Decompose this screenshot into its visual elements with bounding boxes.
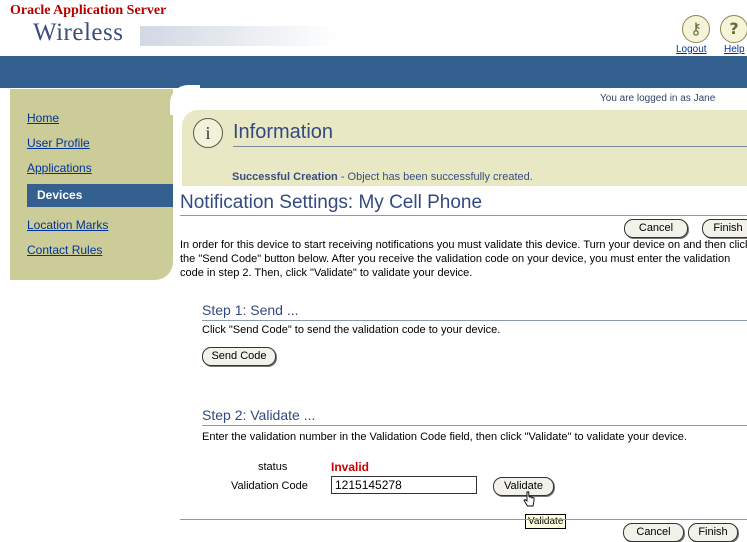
step1-description: Click "Send Code" to send the validation…	[202, 324, 501, 336]
success-message: Successful Creation - Object has been su…	[232, 171, 533, 183]
step2-description: Enter the validation number in the Valid…	[202, 431, 687, 443]
divider	[202, 320, 747, 321]
intro-text: In order for this device to start receiv…	[180, 239, 747, 279]
brand-decoration	[140, 26, 340, 46]
divider	[202, 425, 747, 426]
divider	[180, 215, 747, 216]
success-message-text: - Object has been successfully created.	[337, 171, 533, 183]
success-message-strong: Successful Creation	[232, 171, 338, 183]
send-code-button[interactable]: Send Code	[202, 347, 276, 366]
sidebar-item-location-marks[interactable]: Location Marks	[27, 218, 108, 232]
info-icon: i	[193, 118, 223, 148]
key-icon[interactable]: ⚷	[682, 15, 710, 43]
validation-code-input[interactable]	[331, 476, 477, 494]
sidebar-item-contact-rules[interactable]: Contact Rules	[27, 243, 102, 257]
brand-title: Oracle Application Server	[10, 3, 167, 18]
logout-link[interactable]: Logout	[676, 44, 707, 55]
sidebar: Home User Profile Applications Devices L…	[10, 89, 173, 280]
finish-button-bottom[interactable]: Finish	[688, 523, 738, 542]
validation-code-label: Validation Code	[231, 480, 308, 492]
help-link[interactable]: Help	[724, 44, 745, 55]
finish-button[interactable]: Finish	[702, 219, 747, 238]
cancel-button[interactable]: Cancel	[624, 219, 688, 238]
sidebar-item-applications[interactable]: Applications	[27, 161, 92, 175]
status-value: Invalid	[331, 460, 370, 474]
step1-title: Step 1: Send ...	[202, 302, 299, 318]
cancel-button-bottom[interactable]: Cancel	[623, 523, 684, 542]
step2-title: Step 2: Validate ...	[202, 407, 316, 423]
sidebar-item-devices[interactable]: Devices	[27, 184, 173, 207]
info-title: Information	[233, 121, 334, 143]
divider	[180, 519, 747, 520]
divider	[233, 146, 747, 147]
sidebar-item-user-profile[interactable]: User Profile	[27, 136, 90, 150]
sidebar-item-home[interactable]: Home	[27, 111, 59, 125]
logged-in-status: You are logged in as Jane	[600, 93, 716, 104]
page-title: Notification Settings: My Cell Phone	[180, 192, 483, 213]
top-nav-bar	[0, 56, 747, 88]
status-label: status	[258, 461, 288, 473]
brand-product: Wireless	[33, 19, 124, 46]
sidebar-item-label: Devices	[37, 188, 83, 202]
validate-tooltip: Validate	[525, 514, 567, 529]
hand-cursor-icon	[523, 491, 535, 507]
question-icon[interactable]: ?	[720, 15, 747, 43]
